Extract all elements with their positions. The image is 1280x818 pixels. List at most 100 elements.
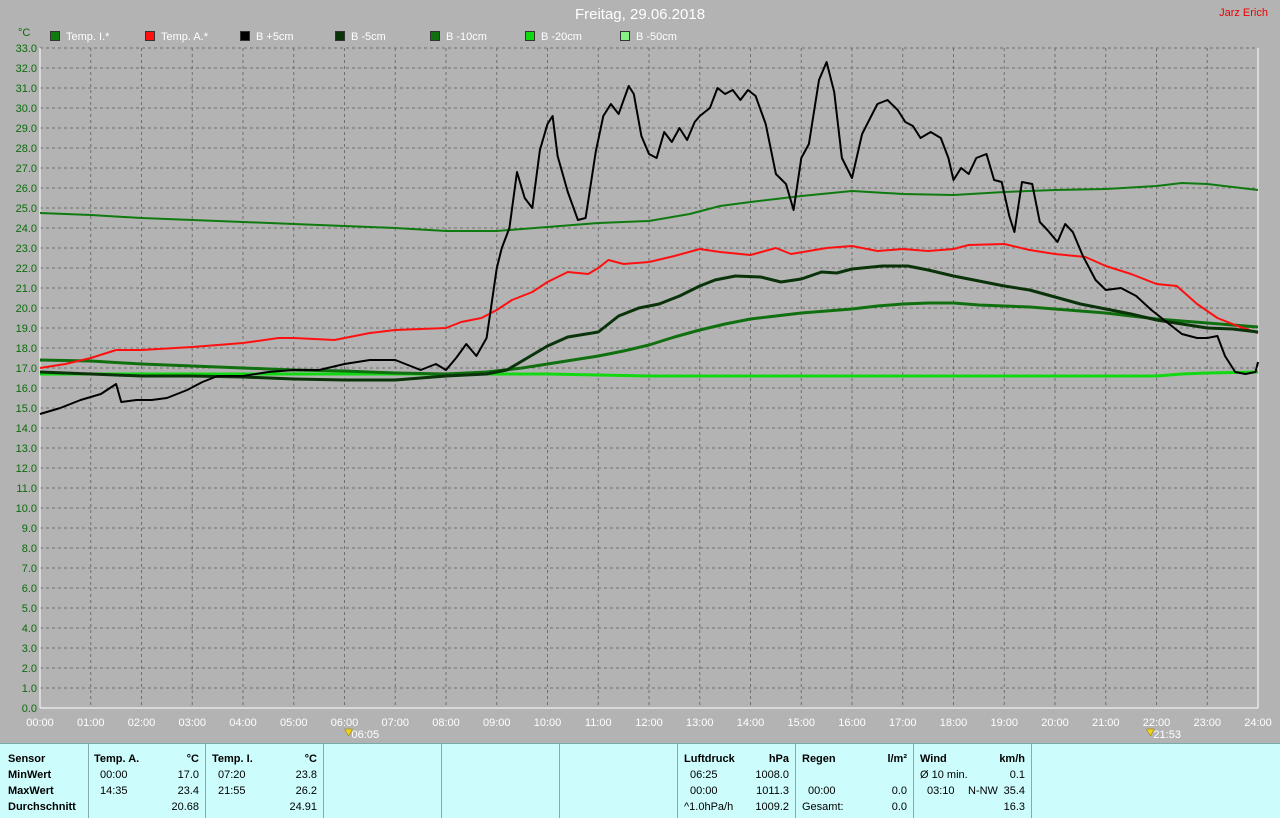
x-tick-label: 01:00 [77,717,105,729]
x-tick-label: 07:00 [381,717,409,729]
legend-item: Temp. I.* [50,31,109,43]
y-tick-label: 11.0 [16,483,37,495]
y-tick-label: 18.0 [16,343,37,355]
rain-total-label: Gesamt: [802,801,844,813]
legend-swatch [335,31,345,41]
legend-swatch [145,31,155,41]
temp-i-max-value: 26.2 [295,785,317,797]
x-tick-label: 24:00 [1244,717,1272,729]
y-tick-label: 23.0 [16,243,37,255]
wind-avg-value: 0.1 [1009,769,1025,781]
stats-wind-column: Wind km/h Ø 10 min. 0.1 03:10 N-NW 35.4 … [913,744,1032,818]
temp-i-min-time: 07:20 [218,769,246,781]
rain-unit: l/m² [887,753,907,765]
y-tick-label: 21.0 [16,283,37,295]
temp-i-average: 24.91 [289,801,317,813]
x-tick-label: 17:00 [889,717,917,729]
sun-markers: 06:05 21:53 [344,728,1181,741]
legend-swatch [525,31,535,41]
rain-header: Regen [802,753,836,765]
temp-a-max-time: 14:35 [100,785,128,797]
temp-a-unit: °C [186,753,199,765]
y-tick-label: 1.0 [22,683,37,695]
x-tick-label: 15:00 [787,717,815,729]
legend-item: B +5cm [240,31,294,43]
y-tick-label: 31.0 [16,83,37,95]
wind-unit: km/h [999,753,1025,765]
y-tick-label: 19.0 [16,323,37,335]
y-tick-label: 5.0 [22,603,37,615]
wind-header: Wind [920,753,947,765]
rain-max-time: 00:00 [808,785,836,797]
x-tick-label: 13:00 [686,717,714,729]
legend-swatch [240,31,250,41]
stats-panel: Sensor MinWert MaxWert Durchschnitt Temp… [0,743,1280,818]
legend-item: Temp. A.* [145,31,208,43]
temp-i-min-value: 23.8 [295,769,317,781]
stats-sensor-column: Sensor MinWert MaxWert Durchschnitt [0,744,89,818]
x-tick-label: 00:00 [26,717,54,729]
x-tick-label: 11:00 [585,717,612,729]
x-tick-label: 09:00 [483,717,511,729]
y-tick-label: 13.0 [16,443,37,455]
x-tick-label: 10:00 [534,717,562,729]
y-tick-label: 32.0 [16,63,37,75]
temp-a-min-value: 17.0 [177,769,199,781]
y-tick-label: 0.0 [22,703,37,715]
legend-label: B -20cm [541,31,582,43]
y-tick-label: 8.0 [22,543,37,555]
legend-label: Temp. I.* [66,31,110,43]
y-unit-label: °C [18,27,30,39]
pressure-min-value: 1008.0 [755,769,789,781]
x-tick-label: 08:00 [432,717,460,729]
legend-item: B -50cm [620,31,677,43]
temp-a-average: 20.68 [171,801,199,813]
wind-max-time: 03:10 [927,785,955,797]
x-tick-label: 05:00 [280,717,308,729]
x-tick-label: 16:00 [838,717,866,729]
stats-empty-column-1 [323,744,442,818]
temp-i-unit: °C [304,753,317,765]
stats-rain-column: Regen l/m² 00:00 0.0 Gesamt: 0.0 [795,744,914,818]
stats-pressure-column: Luftdruck hPa 06:25 1008.0 00:00 1011.3 … [677,744,796,818]
stats-temp-a-column: Temp. A. °C 00:00 17.0 14:35 23.4 20.68 [88,744,206,818]
y-tick-label: 16.0 [16,383,37,395]
y-tick-label: 17.0 [16,363,37,375]
x-tick-label: 14:00 [737,717,765,729]
legend-label: B -50cm [636,31,677,43]
legend-label: B -5cm [351,31,386,43]
legend-swatch [50,31,60,41]
x-tick-label: 21:00 [1092,717,1120,729]
y-tick-label: 2.0 [22,663,37,675]
sun-time-label: 21:53 [1153,729,1181,741]
legend-label: B -10cm [446,31,487,43]
temp-a-max-value: 23.4 [177,785,199,797]
y-tick-label: 4.0 [22,623,37,635]
y-tick-label: 12.0 [16,463,37,475]
y-tick-label: 7.0 [22,563,37,575]
temp-a-min-time: 00:00 [100,769,128,781]
temperature-chart: 0.0 1.0 2.0 3.0 4.0 5.0 6.0 7.0 8.0 9.0 10.0 11.0 12… [16,27,1272,741]
legend-item: B -10cm [430,31,487,43]
y-tick-label: 24.0 [16,223,37,235]
pressure-max-time: 00:00 [690,785,718,797]
pressure-trend-value: 1009.2 [755,801,789,813]
x-tick-label: 20:00 [1041,717,1069,729]
y-tick-label: 14.0 [16,423,37,435]
x-tick-label: 12:00 [635,717,663,729]
legend-label: B +5cm [256,31,294,43]
wind-max-value: 35.4 [1003,785,1025,797]
stats-row-max: MaxWert [8,785,54,797]
x-tick-label: 03:00 [178,717,206,729]
stats-sensor-header: Sensor [8,753,46,765]
legend-item: B -5cm [335,31,386,43]
stats-row-avg: Durchschnitt [8,801,76,813]
x-tick-label: 19:00 [990,717,1018,729]
y-tick-label: 15.0 [16,403,37,415]
rain-max-value: 0.0 [891,785,907,797]
y-tick-label: 3.0 [22,643,37,655]
pressure-header: Luftdruck [684,753,735,765]
legend-label: Temp. A.* [161,31,209,43]
x-tick-label: 23:00 [1193,717,1221,729]
rain-total-value: 0.0 [891,801,907,813]
